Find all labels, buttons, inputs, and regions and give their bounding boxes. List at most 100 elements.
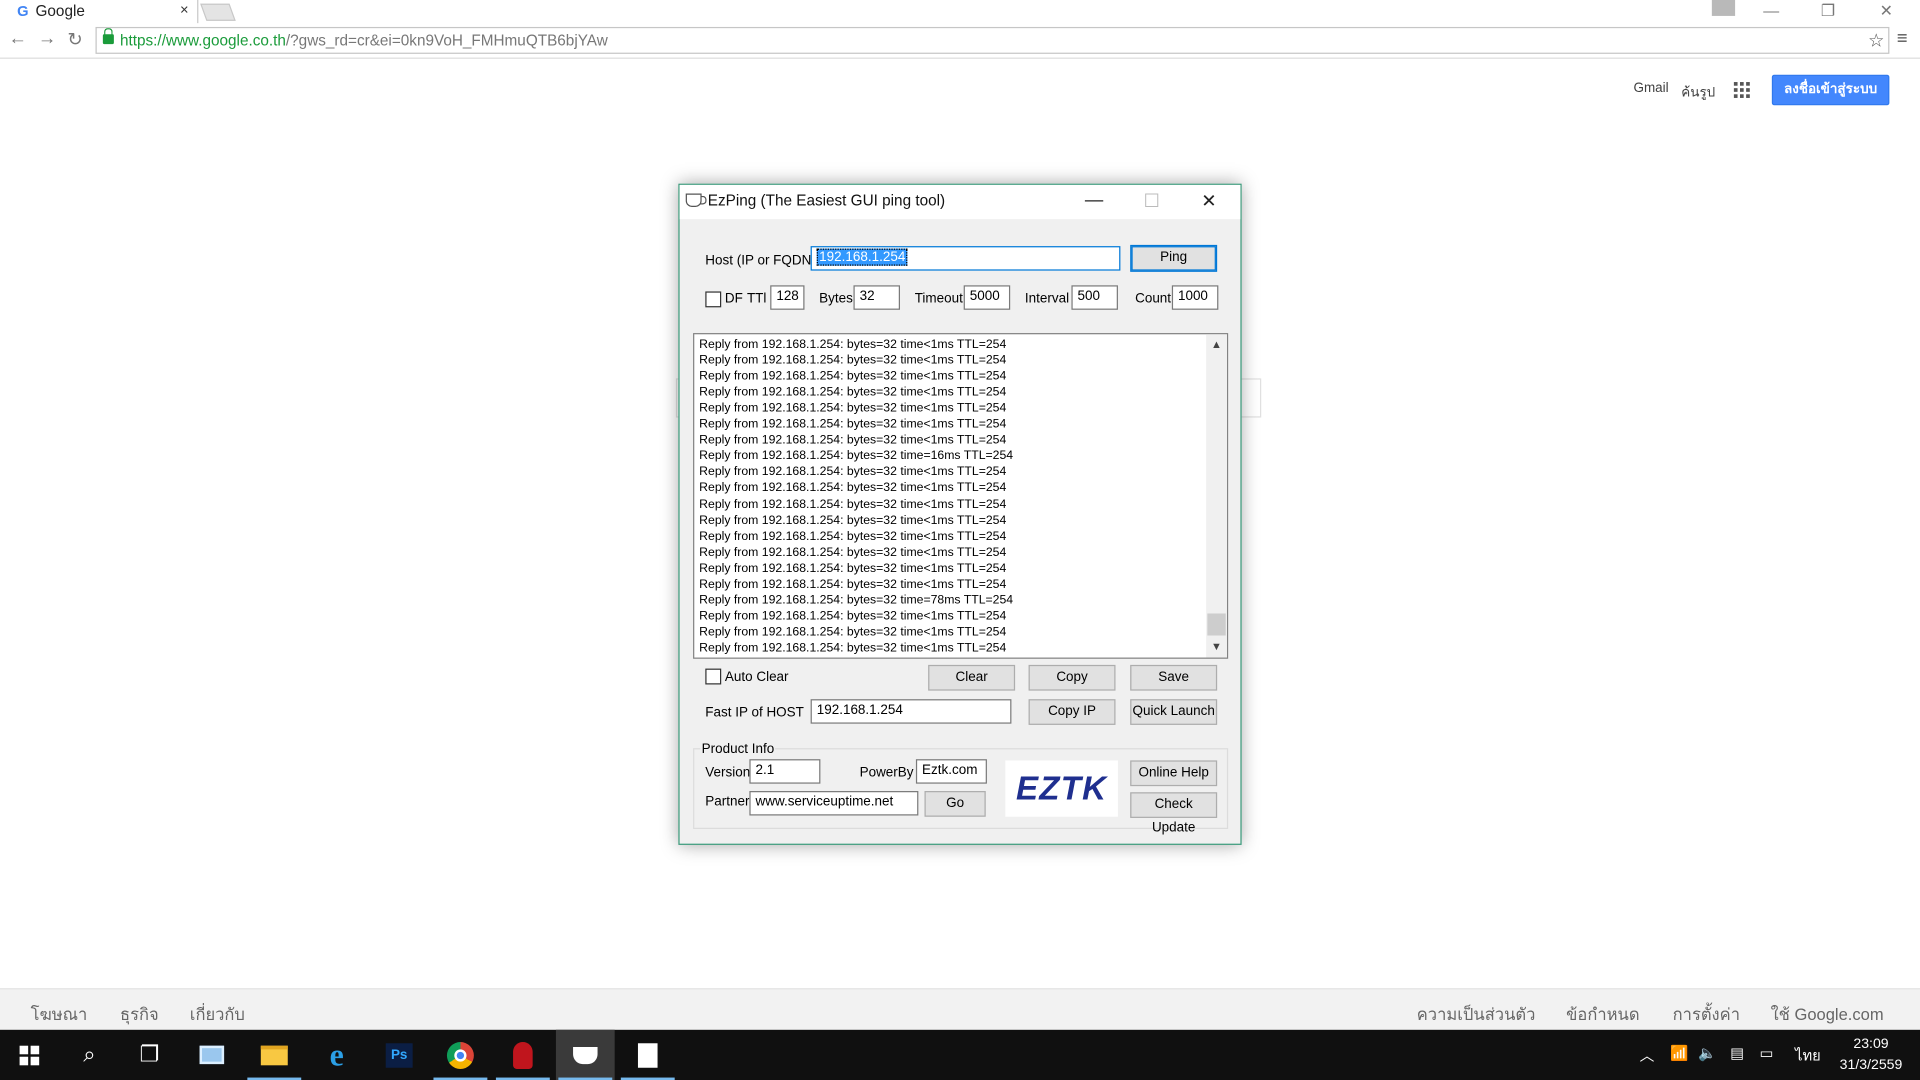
- ttl-input[interactable]: 128: [770, 285, 805, 310]
- start-button[interactable]: [0, 1030, 59, 1080]
- log-line: Reply from 192.168.1.254: bytes=32 time<…: [699, 353, 1007, 368]
- volume-icon[interactable]: 🔈: [1698, 1044, 1716, 1061]
- log-line: Reply from 192.168.1.254: bytes=32 time<…: [699, 369, 1007, 384]
- red-app-icon[interactable]: [493, 1030, 552, 1080]
- minimize-icon[interactable]: —: [1085, 190, 1103, 211]
- interval-input[interactable]: 500: [1071, 285, 1118, 310]
- timeout-input[interactable]: 5000: [963, 285, 1011, 310]
- tab-close-icon[interactable]: ×: [180, 1, 189, 18]
- host-label: Host (IP or FQDN): [705, 253, 816, 269]
- sign-in-button[interactable]: ลงชื่อเข้าสู่ระบบ: [1771, 74, 1890, 106]
- chrome-icon[interactable]: [431, 1030, 490, 1080]
- windows-logo-icon: [19, 1045, 40, 1065]
- footer-link-advertising[interactable]: โฆษณา: [31, 1000, 88, 1027]
- new-tab-button[interactable]: [200, 3, 236, 21]
- ezping-taskbar-icon[interactable]: [555, 1029, 615, 1080]
- copy-ip-button[interactable]: Copy IP: [1028, 699, 1116, 725]
- log-line: Reply from 192.168.1.254: bytes=32 time<…: [699, 465, 1007, 480]
- partner-label: Partner: [705, 794, 750, 810]
- google-footer: โฆษณา ธุรกิจ เกี่ยวกับ ความเป็นส่วนตัว ข…: [0, 988, 1920, 1030]
- footer-link-terms[interactable]: ข้อกำหนด: [1566, 1000, 1639, 1027]
- forward-icon[interactable]: →: [38, 28, 56, 49]
- host-input[interactable]: 192.168.1.254: [810, 246, 1121, 271]
- images-link[interactable]: ค้นรูป: [1681, 81, 1715, 103]
- auto-clear-label: Auto Clear: [724, 669, 789, 685]
- log-line: Reply from 192.168.1.254: bytes=32 time<…: [699, 545, 1007, 560]
- log-line: Reply from 192.168.1.254: bytes=32 time<…: [699, 497, 1007, 512]
- save-button[interactable]: Save: [1130, 664, 1218, 691]
- keyboard-icon[interactable]: ▤: [1730, 1044, 1744, 1061]
- window-title: EzPing (The Easiest GUI ping tool): [707, 192, 946, 210]
- df-checkbox[interactable]: [705, 291, 722, 308]
- check-update-button[interactable]: Check Update: [1130, 792, 1218, 835]
- footer-link-business[interactable]: ธุรกิจ: [120, 1000, 159, 1027]
- clear-button[interactable]: Clear: [928, 664, 1016, 691]
- coffee-cup-icon: [685, 193, 707, 207]
- ezping-titlebar[interactable]: EzPing (The Easiest GUI ping tool) — ☐ ✕: [679, 184, 1241, 220]
- close-window-icon[interactable]: ✕: [1880, 1, 1893, 21]
- close-icon[interactable]: ✕: [1201, 190, 1216, 212]
- app-card-icon[interactable]: [182, 1030, 241, 1080]
- chrome-menu-icon[interactable]: ≡: [1897, 28, 1908, 49]
- log-line: Reply from 192.168.1.254: bytes=32 time<…: [699, 417, 1007, 432]
- reload-icon[interactable]: ↻: [67, 28, 82, 50]
- ping-button[interactable]: Ping: [1130, 244, 1218, 272]
- footer-link-settings[interactable]: การตั้งค่า: [1673, 1000, 1740, 1027]
- maximize-icon: ☐: [1143, 191, 1161, 212]
- restore-icon[interactable]: ❐: [1821, 1, 1835, 21]
- log-line: Reply from 192.168.1.254: bytes=32 time<…: [699, 609, 1007, 624]
- footer-link-about[interactable]: เกี่ยวกับ: [190, 1000, 245, 1027]
- url-host: https://www.google.co.th: [120, 31, 286, 49]
- lock-icon: [102, 28, 114, 45]
- eztk-logo: EZTK: [1005, 760, 1118, 817]
- show-hidden-icons-icon[interactable]: ︿: [1640, 1044, 1655, 1065]
- wifi-icon[interactable]: 📶: [1670, 1044, 1688, 1061]
- url-text: https://www.google.co.th/?gws_rd=cr&ei=0…: [120, 32, 608, 49]
- internet-explorer-icon[interactable]: e: [307, 1030, 366, 1080]
- quick-launch-button[interactable]: Quick Launch: [1130, 699, 1218, 725]
- clock-time: 23:09: [1853, 1037, 1889, 1052]
- browser-tab-google[interactable]: G Google ×: [0, 0, 199, 24]
- language-indicator[interactable]: ไทย: [1795, 1044, 1821, 1067]
- count-input[interactable]: 1000: [1171, 285, 1219, 310]
- product-info-label: Product Info: [700, 742, 776, 757]
- powerby-label: PowerBy: [859, 765, 914, 780]
- minimize-icon[interactable]: —: [1763, 1, 1779, 19]
- log-scrollbar[interactable]: ▲ ▼: [1206, 334, 1227, 658]
- clock[interactable]: 23:09 31/3/2559: [1837, 1035, 1906, 1077]
- bookmark-star-icon[interactable]: ☆: [1868, 29, 1884, 52]
- ping-output-log[interactable]: Reply from 192.168.1.254: bytes=32 time<…: [693, 333, 1229, 659]
- partner-field: www.serviceuptime.net: [749, 791, 919, 816]
- footer-link-privacy[interactable]: ความเป็นส่วนตัว: [1417, 1000, 1536, 1027]
- apps-grid-icon[interactable]: [1733, 82, 1750, 98]
- fast-ip-label: Fast IP of HOST: [705, 705, 804, 720]
- gmail-link[interactable]: Gmail: [1633, 81, 1668, 96]
- clock-date: 31/3/2559: [1839, 1057, 1903, 1073]
- profile-icon[interactable]: [1711, 0, 1736, 16]
- address-bar[interactable]: https://www.google.co.th/?gws_rd=cr&ei=0…: [95, 26, 1890, 54]
- log-line: Reply from 192.168.1.254: bytes=32 time<…: [699, 577, 1007, 592]
- auto-clear-checkbox[interactable]: [705, 668, 722, 685]
- footer-link-google-com[interactable]: ใช้ Google.com: [1771, 1000, 1884, 1027]
- copy-button[interactable]: Copy: [1028, 664, 1116, 691]
- search-icon[interactable]: ⌕: [60, 1030, 119, 1080]
- scroll-down-icon[interactable]: ▼: [1211, 640, 1222, 652]
- ezping-window: EzPing (The Easiest GUI ping tool) — ☐ ✕…: [678, 183, 1242, 845]
- fast-ip-input[interactable]: 192.168.1.254: [810, 699, 1012, 724]
- photoshop-icon[interactable]: Ps: [370, 1030, 429, 1080]
- interval-label: Interval: [1024, 291, 1070, 307]
- back-icon[interactable]: ←: [9, 28, 27, 49]
- file-explorer-icon[interactable]: [245, 1030, 304, 1080]
- notification-icon[interactable]: ▭: [1760, 1044, 1774, 1061]
- task-view-icon[interactable]: ❐: [120, 1030, 179, 1080]
- log-line: Reply from 192.168.1.254: bytes=32 time<…: [699, 481, 1007, 496]
- scroll-up-icon[interactable]: ▲: [1211, 338, 1222, 350]
- bytes-input[interactable]: 32: [853, 285, 900, 310]
- powerby-field: Eztk.com: [915, 759, 987, 784]
- url-path: /?gws_rd=cr&ei=0kn9VoH_FMHmuQTB6bjYAw: [285, 31, 608, 49]
- scroll-thumb[interactable]: [1207, 613, 1226, 636]
- online-help-button[interactable]: Online Help: [1130, 760, 1218, 787]
- notepad-icon[interactable]: [618, 1030, 677, 1080]
- log-line: Reply from 192.168.1.254: bytes=32 time<…: [699, 337, 1007, 352]
- go-button[interactable]: Go: [924, 791, 986, 817]
